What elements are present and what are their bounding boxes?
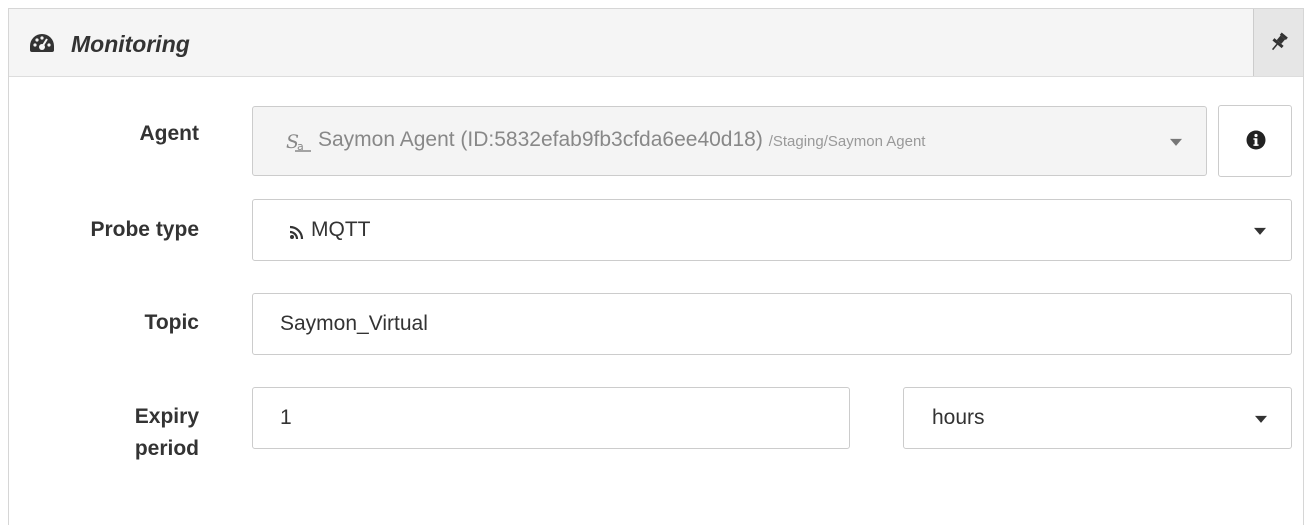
expiry-period-value: 1 [280,406,292,429]
agent-select[interactable]: S a Saymon Agent (ID:5832efab9fb3cfda6ee… [252,106,1207,176]
expiry-period-label: Expiry period [9,401,199,465]
expiry-unit-value: hours [932,406,985,429]
rss-icon [289,222,305,246]
pin-button[interactable] [1253,9,1303,76]
chevron-down-icon [1255,415,1267,423]
chevron-down-icon [1170,138,1182,146]
panel-header: Monitoring [9,9,1303,77]
agent-label: Agent [139,122,200,145]
probe-type-select[interactable]: MQTT [252,199,1292,261]
expiry-label-line2: period [134,437,199,460]
probe-type-value: MQTT [311,218,371,241]
expiry-label-line1: Expiry [134,405,199,428]
topic-input[interactable]: Saymon_Virtual [252,293,1292,355]
agent-icon: S a [286,131,312,159]
topic-value: Saymon_Virtual [280,312,428,335]
expiry-unit-select[interactable]: hours [903,387,1292,449]
monitoring-panel: Monitoring Agent S a Saymon Agent (ID:58… [8,8,1304,525]
panel-title: Monitoring [71,31,190,57]
dashboard-icon [29,33,55,53]
agent-info-button[interactable] [1218,105,1292,177]
expiry-period-input[interactable]: 1 [252,387,850,449]
agent-path: /Staging/Saymon Agent [768,133,926,150]
chevron-down-icon [1254,227,1266,235]
topic-label: Topic [144,311,199,334]
probe-type-label: Probe type [90,218,199,241]
agent-value: Saymon Agent (ID:5832efab9fb3cfda6ee40d1… [318,128,763,151]
